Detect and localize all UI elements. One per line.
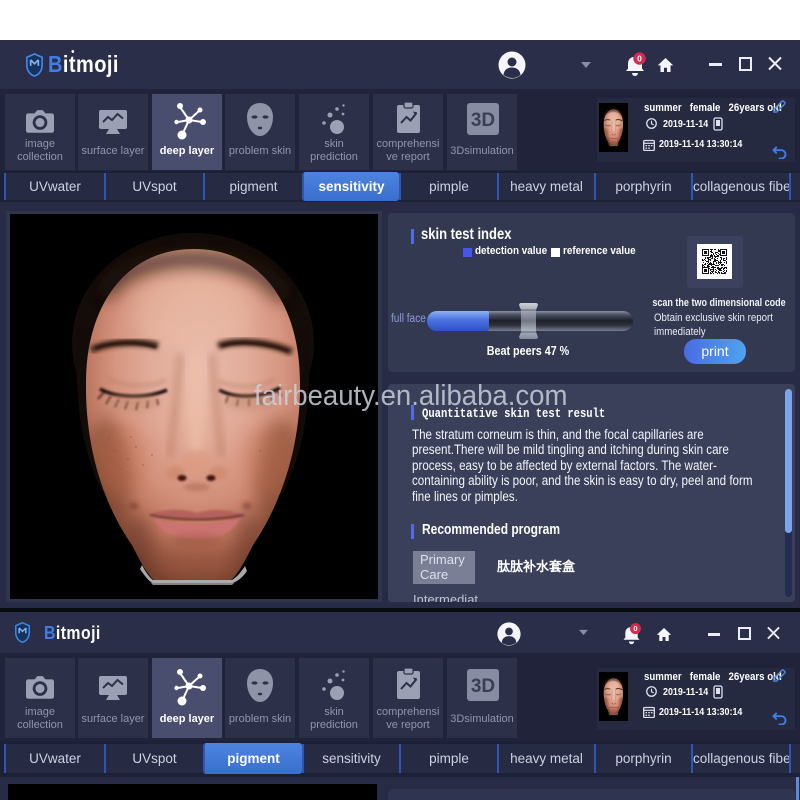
svg-text:0: 0 — [633, 624, 637, 633]
svg-text:3D: 3D — [471, 676, 495, 697]
svg-text:0: 0 — [637, 53, 642, 63]
svg-text:3D: 3D — [471, 110, 495, 131]
